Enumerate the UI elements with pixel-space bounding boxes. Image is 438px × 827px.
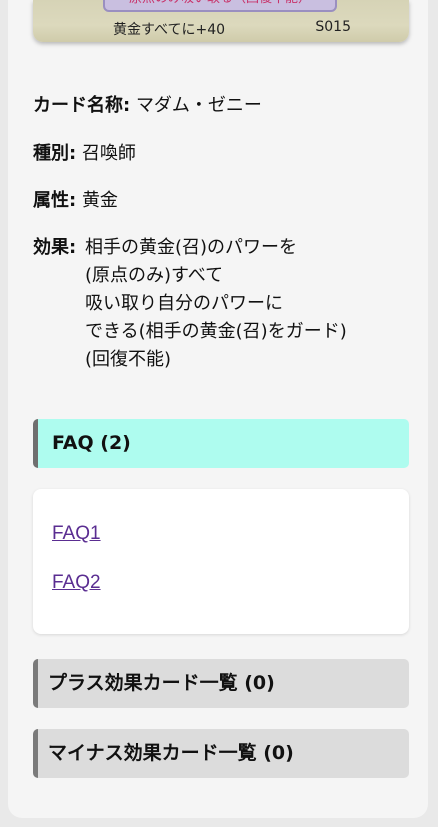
effect-line: (原点のみ)すべて [85, 265, 224, 286]
faq-section-header: FAQ (2) [33, 419, 409, 468]
card-attribute-value: 黄金 [81, 190, 118, 211]
card-image: 原点のみ吸い取る（回復不能） 黄金すべてに+40 S015 [33, 0, 409, 42]
effect-line: 吸い取り自分のパワーに [85, 293, 283, 314]
card-effect-lines: 相手の黄金(召)のパワーを (原点のみ)すべて 吸い取り自分のパワーに できる(… [85, 234, 347, 374]
card-effect-text: 黄金すべてに+40 [113, 22, 226, 38]
minus-effect-cards-header[interactable]: マイナス効果カード一覧 (0) [33, 729, 409, 778]
card-name-row: カード名称: マダム・ゼニー [33, 92, 262, 120]
effect-line: (回復不能) [85, 349, 172, 370]
card-name-value: マダム・ゼニー [135, 95, 262, 116]
card-name-label: カード名称: [33, 95, 131, 116]
effect-line: 相手の黄金(召)のパワーを [85, 237, 298, 258]
faq-link-2[interactable]: FAQ2 [52, 572, 101, 594]
card-type-row: 種別: 召喚師 [33, 140, 136, 168]
faq-list: FAQ1 FAQ2 [33, 489, 409, 634]
plus-effect-cards-header[interactable]: プラス効果カード一覧 (0) [33, 659, 409, 708]
effect-line: できる(相手の黄金(召)をガード) [85, 321, 347, 342]
card-attribute-label: 属性: [33, 190, 77, 211]
card-code: S015 [315, 19, 351, 35]
card-effect-label: 効果: [33, 237, 77, 258]
card-effect-row: 効果: 相手の黄金(召)のパワーを (原点のみ)すべて 吸い取り自分のパワーに … [33, 234, 347, 374]
card-type-label: 種別: [33, 143, 77, 164]
card-attribute-row: 属性: 黄金 [33, 187, 118, 215]
card-banner-text: 原点のみ吸い取る（回復不能） [103, 0, 337, 12]
card-type-value: 召喚師 [81, 143, 136, 164]
faq-link-1[interactable]: FAQ1 [52, 523, 101, 545]
